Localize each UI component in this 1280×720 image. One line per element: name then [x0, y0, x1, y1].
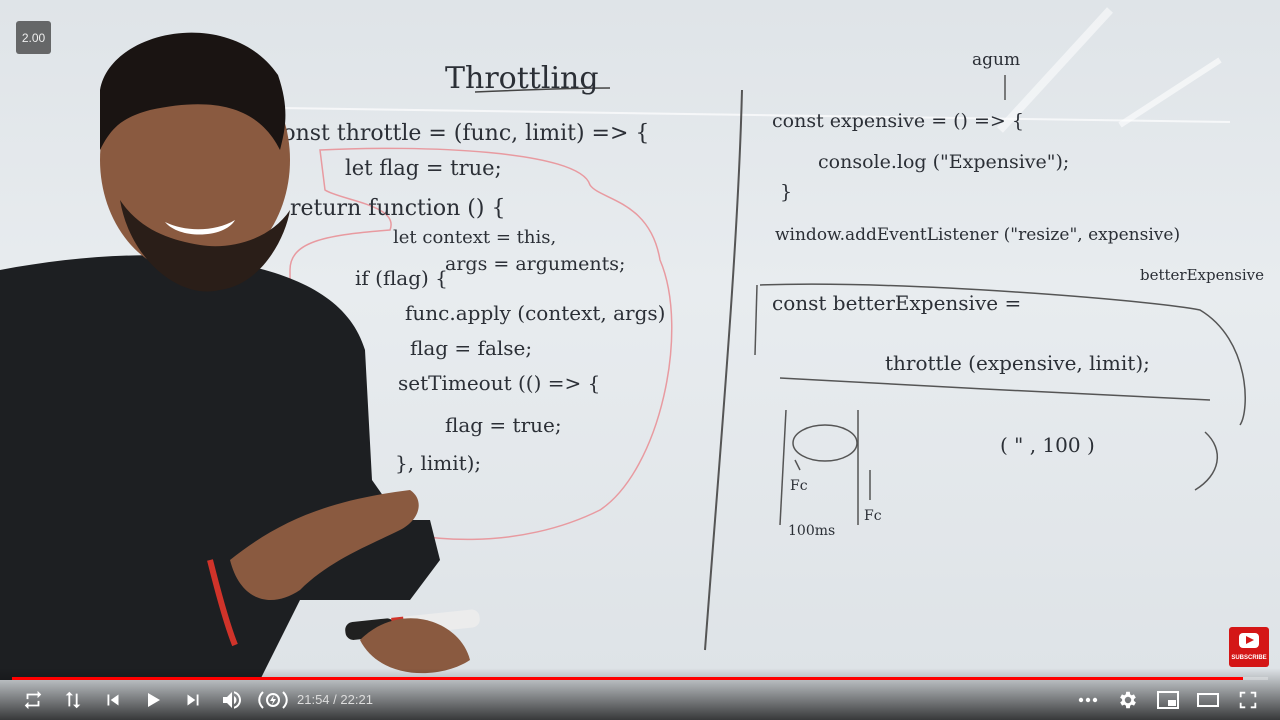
more-icon	[1078, 697, 1098, 703]
autoplay-toggle[interactable]	[257, 688, 289, 712]
code-line: Fc	[790, 478, 808, 494]
loop-icon	[24, 690, 42, 710]
code-line: console.log ("Expensive");	[818, 151, 1069, 173]
volume-icon	[223, 691, 241, 709]
code-line: return function () {	[290, 196, 505, 221]
code-line: throttle (expensive, limit);	[885, 351, 1150, 375]
progress-fill	[12, 677, 1243, 680]
code-line: args = arguments;	[445, 253, 625, 275]
next-button[interactable]	[181, 688, 205, 712]
miniplayer-icon	[1157, 691, 1179, 709]
code-line: const betterExpensive =	[772, 291, 1021, 315]
loop-button[interactable]	[21, 688, 45, 712]
whiteboard-canvas: Throttling const throttle = (func, limit…	[0, 7, 1264, 680]
code-line: 100ms	[788, 523, 835, 539]
sort-button[interactable]	[61, 688, 85, 712]
time-display: 21:54 / 22:21	[297, 692, 373, 707]
theater-button[interactable]	[1196, 688, 1220, 712]
code-line: setTimeout (() => {	[398, 371, 600, 395]
theater-icon	[1197, 693, 1219, 707]
whiteboard-title: Throttling	[445, 61, 599, 96]
playback-speed-badge: 2.00	[16, 21, 51, 54]
total-time: 22:21	[340, 692, 373, 707]
volume-button[interactable]	[220, 688, 244, 712]
code-line: }	[780, 181, 792, 203]
progress-bar[interactable]	[12, 677, 1268, 680]
fullscreen-icon	[1239, 691, 1257, 709]
code-line: if (flag) {	[355, 266, 448, 290]
code-line: Fc	[864, 508, 882, 524]
more-button[interactable]	[1076, 688, 1100, 712]
code-line: const throttle = (func, limit) => {	[270, 121, 649, 146]
play-icon	[148, 693, 160, 707]
autoplay-icon	[258, 691, 288, 709]
miniplayer-button[interactable]	[1156, 688, 1180, 712]
video-player[interactable]: Throttling const throttle = (func, limit…	[0, 0, 1280, 720]
code-line: }, limit);	[395, 451, 481, 475]
youtube-logo-icon	[1239, 633, 1259, 648]
previous-button[interactable]	[101, 688, 125, 712]
sort-icon	[65, 691, 81, 709]
code-line: const expensive = () => {	[772, 110, 1024, 132]
code-line: window.addEventListener ("resize", expen…	[775, 225, 1180, 245]
fullscreen-button[interactable]	[1236, 688, 1260, 712]
code-line: flag = false;	[410, 336, 532, 360]
whiteboard-frame: Throttling const throttle = (func, limit…	[0, 0, 1280, 720]
subscribe-label: SUBSCRIBE	[1231, 655, 1267, 661]
subscribe-button[interactable]: SUBSCRIBE	[1229, 627, 1269, 667]
code-line: agum	[972, 50, 1020, 70]
next-icon	[187, 694, 199, 706]
code-line: let context = this,	[393, 227, 556, 248]
code-line: func.apply (context, args)	[405, 301, 666, 325]
previous-icon	[107, 694, 119, 706]
code-line: betterExpensive	[1140, 266, 1264, 284]
code-line: let flag = true;	[345, 156, 502, 180]
settings-icon	[1120, 691, 1136, 709]
code-line: ( " , 100 )	[1000, 433, 1095, 457]
code-line: flag = true;	[445, 413, 562, 437]
current-time: 21:54	[297, 692, 330, 707]
settings-button[interactable]	[1116, 688, 1140, 712]
play-button[interactable]	[141, 688, 165, 712]
